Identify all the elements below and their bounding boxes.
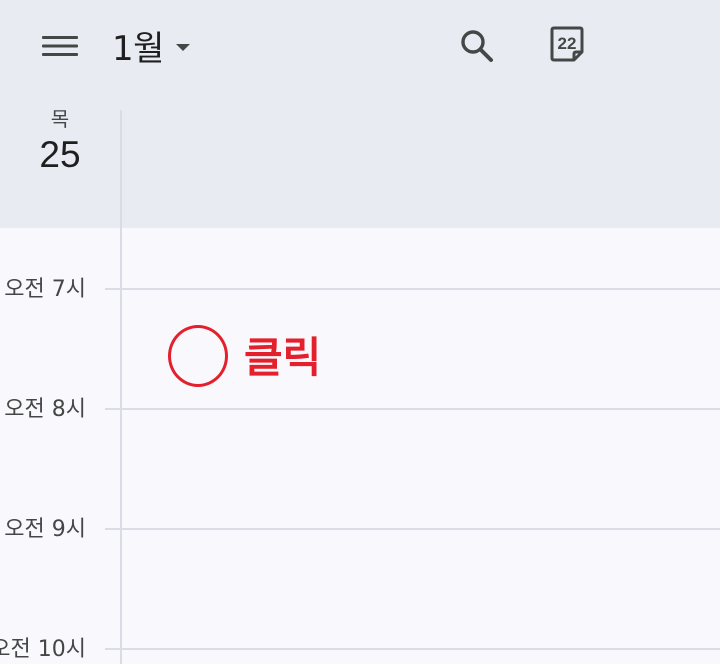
calendar-header: 1월 22 목 25	[0, 0, 720, 228]
click-instruction-label: 클릭	[244, 333, 322, 382]
time-label: 오전 8시	[4, 397, 86, 422]
today-date-number: 22	[557, 34, 577, 53]
search-button[interactable]	[452, 22, 502, 70]
search-icon	[461, 30, 493, 62]
time-label: 오전 7시	[4, 277, 86, 302]
time-slot[interactable]	[122, 530, 720, 648]
time-label: 오전 9시	[4, 517, 86, 542]
click-indicator-circle	[168, 325, 228, 387]
today-button[interactable]: 22	[544, 20, 594, 70]
time-slot[interactable]	[122, 410, 720, 528]
calendar-today-icon: 22	[550, 26, 584, 62]
month-selector-button[interactable]: 1월	[112, 20, 190, 70]
day-number: 25	[39, 134, 81, 175]
day-header[interactable]: 목 25	[20, 106, 100, 178]
hamburger-menu-icon	[42, 36, 78, 56]
caret-down-icon	[175, 43, 190, 51]
time-label: 오전 10시	[0, 637, 86, 662]
month-label: 1월	[112, 28, 164, 69]
hour-gridline	[105, 648, 720, 650]
day-weekday: 목	[50, 107, 70, 131]
time-slot[interactable]	[122, 228, 720, 288]
main-menu-button[interactable]	[36, 26, 84, 66]
